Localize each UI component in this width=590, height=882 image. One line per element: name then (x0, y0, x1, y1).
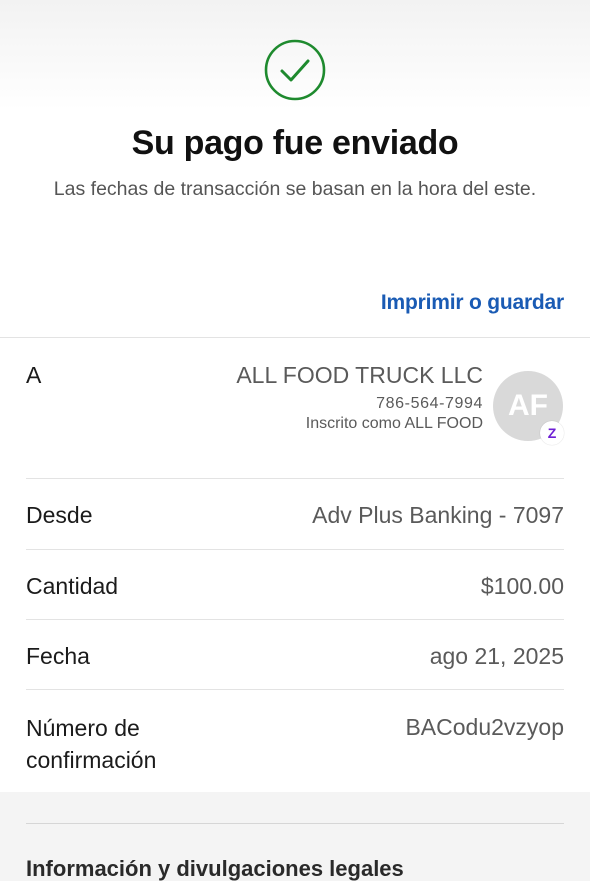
divider (26, 619, 564, 620)
amount-label: Cantidad (26, 573, 119, 599)
to-label: A (26, 362, 42, 388)
confirmation-label: Número de confirmación (26, 715, 157, 773)
page-title: Su pago fue enviado (131, 124, 459, 162)
divider (26, 689, 564, 690)
legal-info-heading[interactable]: Información y divulgaciones legales (26, 856, 404, 882)
divider (26, 823, 564, 824)
check-circle-icon (264, 39, 326, 101)
recipient-enrolled-as: Inscrito como ALL FOOD (305, 415, 483, 432)
zelle-icon: Z (540, 421, 564, 445)
from-label: Desde (26, 502, 93, 528)
recipient-phone: 786-564-7994 (376, 395, 483, 412)
date-label: Fecha (26, 643, 90, 669)
print-or-save-link[interactable]: Imprimir o guardar (381, 291, 564, 315)
divider (26, 478, 564, 479)
divider (0, 337, 590, 338)
recipient-info: ALL FOOD TRUCK LLC 786-564-7994 Inscrito… (200, 360, 483, 434)
confirmation-number: BACodu2vzyop (405, 714, 564, 740)
date-value: ago 21, 2025 (429, 643, 564, 669)
amount-value: $100.00 (480, 573, 564, 599)
avatar-initials: AF (508, 389, 548, 422)
zelle-badge-glyph: Z (547, 425, 557, 441)
recipient-name: ALL FOOD TRUCK LLC (236, 362, 483, 388)
divider (26, 549, 564, 550)
from-account: Adv Plus Banking - 7097 (312, 502, 564, 528)
timezone-note: Las fechas de transacción se basan en la… (53, 178, 537, 200)
